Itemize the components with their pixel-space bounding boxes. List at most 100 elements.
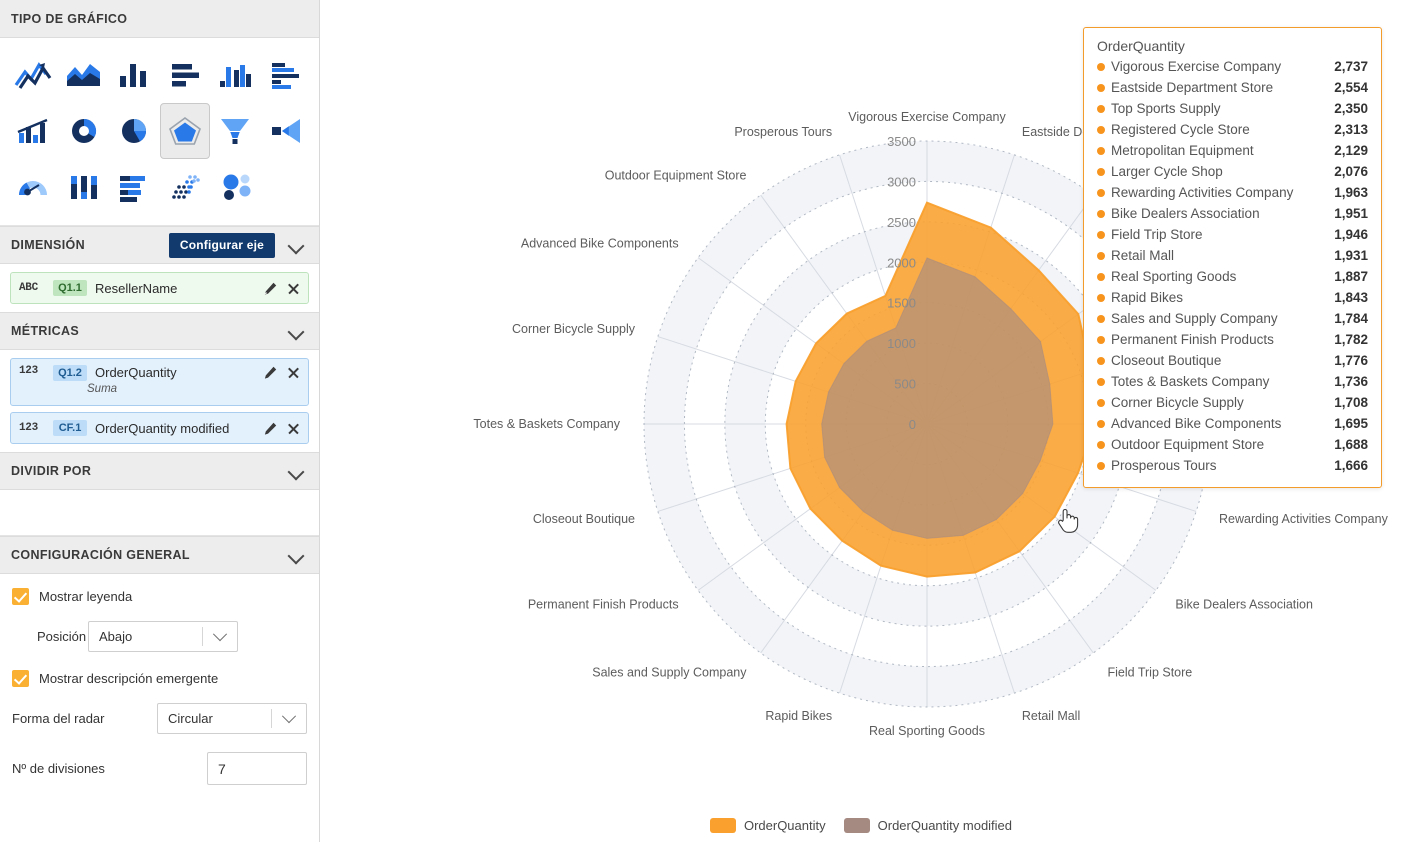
show-tooltip-row: Mostrar descripción emergente <box>12 670 307 687</box>
tooltip-bullet-icon <box>1097 272 1105 281</box>
radar-shape-label: Forma del radar <box>12 711 105 726</box>
tooltip-row-label: Corner Bicycle Supply <box>1111 395 1244 410</box>
metrics-collapse-chevron-icon[interactable] <box>285 320 307 342</box>
metric-field-orderquantity[interactable]: 123 Q1.2 OrderQuantity Suma <box>10 358 309 406</box>
tooltip-row-value: 1,695 <box>1334 416 1368 431</box>
metric-field-orderquantity-modified[interactable]: 123 CF.1 OrderQuantity modified <box>10 412 309 444</box>
settings-sidebar: TIPO DE GRÁFICO DIMENSIÓN Configurar eje… <box>0 0 320 842</box>
grouped-column-chart-icon[interactable] <box>210 47 261 103</box>
edit-pencil-icon[interactable] <box>263 281 278 296</box>
tooltip-bullet-icon <box>1097 356 1105 365</box>
tooltip-bullet-icon <box>1097 377 1105 386</box>
radial-tick-label: 1500 <box>887 296 916 311</box>
tooltip-row: Metropolitan Equipment 2,129 <box>1097 140 1368 161</box>
bubble-chart-icon[interactable] <box>210 159 261 215</box>
chevron-down-icon <box>203 632 237 642</box>
dimension-collapse-chevron-icon[interactable] <box>285 234 307 256</box>
pie-chart-icon[interactable] <box>109 103 160 159</box>
tooltip-row-label: Registered Cycle Store <box>1111 122 1250 137</box>
show-tooltip-checkbox[interactable] <box>12 670 29 687</box>
configure-axis-button[interactable]: Configurar eje <box>168 232 275 258</box>
tooltip-bullet-icon <box>1097 293 1105 302</box>
divisions-input[interactable] <box>207 752 307 785</box>
legend-item[interactable]: OrderQuantity modified <box>843 818 1013 833</box>
dimension-field-resellername[interactable]: ABC Q1.1 ResellerName <box>10 272 309 304</box>
edit-pencil-icon[interactable] <box>263 421 278 436</box>
tooltip-row: Vigorous Exercise Company 2,737 <box>1097 56 1368 77</box>
tooltip-row: Outdoor Equipment Store 1,688 <box>1097 434 1368 455</box>
tooltip-row: Prosperous Tours 1,666 <box>1097 455 1368 476</box>
remove-field-icon[interactable] <box>287 366 300 379</box>
tooltip-row-value: 2,737 <box>1334 59 1368 74</box>
category-label: Real Sporting Goods <box>869 724 985 738</box>
stacked-bar-chart-icon[interactable] <box>109 159 160 215</box>
category-label: Rewarding Activities Company <box>1219 512 1389 526</box>
split-by-dropzone[interactable] <box>0 490 319 536</box>
tooltip-row: Corner Bicycle Supply 1,708 <box>1097 392 1368 413</box>
chart-type-icon-grid <box>0 38 319 226</box>
tooltip-row-value: 2,350 <box>1334 101 1368 116</box>
chevron-down-icon <box>272 714 306 724</box>
column-chart-icon[interactable] <box>109 47 160 103</box>
funnel-chart-icon[interactable] <box>210 103 261 159</box>
radar-shape-select[interactable]: Circular <box>157 703 307 734</box>
tooltip-row-label: Metropolitan Equipment <box>1111 143 1254 158</box>
legend-position-row: Posición Abajo <box>12 621 307 652</box>
app-root: TIPO DE GRÁFICO DIMENSIÓN Configurar eje… <box>0 0 1402 842</box>
tooltip-bullet-icon <box>1097 125 1105 134</box>
remove-field-icon[interactable] <box>287 422 300 435</box>
tooltip-row-label: Sales and Supply Company <box>1111 311 1278 326</box>
grouped-bar-chart-icon[interactable] <box>261 47 312 103</box>
chart-tooltip: OrderQuantity Vigorous Exercise Company 2… <box>1083 27 1382 488</box>
metrics-section-header: MÉTRICAS <box>0 312 319 350</box>
remove-field-icon[interactable] <box>287 282 300 295</box>
category-label: Closeout Boutique <box>533 512 635 526</box>
general-config-title: CONFIGURACIÓN GENERAL <box>11 548 190 562</box>
tooltip-row-value: 1,951 <box>1334 206 1368 221</box>
field-type-abc: ABC <box>19 282 38 294</box>
field-type-123: 123 <box>19 365 38 377</box>
tooltip-row: Permanent Finish Products 1,782 <box>1097 329 1368 350</box>
general-config-section-header: CONFIGURACIÓN GENERAL <box>0 536 319 574</box>
tooltip-row-label: Eastside Department Store <box>1111 80 1274 95</box>
tooltip-bullet-icon <box>1097 146 1105 155</box>
show-legend-checkbox[interactable] <box>12 588 29 605</box>
show-legend-label: Mostrar leyenda <box>39 589 133 604</box>
tooltip-row: Top Sports Supply 2,350 <box>1097 98 1368 119</box>
tooltip-row: Field Trip Store 1,946 <box>1097 224 1368 245</box>
pyramid-chart-icon[interactable] <box>261 103 312 159</box>
legend-item[interactable]: OrderQuantity <box>709 818 826 833</box>
line-chart-icon[interactable] <box>8 47 59 103</box>
tooltip-bullet-icon <box>1097 188 1105 197</box>
legend-label: OrderQuantity modified <box>877 818 1013 833</box>
dimension-fields: ABC Q1.1 ResellerName <box>0 264 319 312</box>
chart-type-section-header: TIPO DE GRÁFICO <box>0 0 319 38</box>
tooltip-row-label: Rewarding Activities Company <box>1111 185 1294 200</box>
category-label: Outdoor Equipment Store <box>605 169 747 183</box>
combo-chart-icon[interactable] <box>8 103 59 159</box>
tooltip-row: Retail Mall 1,931 <box>1097 245 1368 266</box>
radar-shape-value: Circular <box>168 711 213 726</box>
gauge-chart-icon[interactable] <box>8 159 59 215</box>
tooltip-row: Real Sporting Goods 1,887 <box>1097 266 1368 287</box>
stacked-column-chart-icon[interactable] <box>59 159 110 215</box>
tooltip-row-label: Field Trip Store <box>1111 227 1203 242</box>
edit-pencil-icon[interactable] <box>263 365 278 380</box>
tooltip-row: Advanced Bike Components 1,695 <box>1097 413 1368 434</box>
donut-chart-icon[interactable] <box>59 103 110 159</box>
radial-tick-label: 1000 <box>887 336 916 351</box>
split-by-collapse-chevron-icon[interactable] <box>285 460 307 482</box>
tooltip-row-label: Larger Cycle Shop <box>1111 164 1223 179</box>
category-label: Permanent Finish Products <box>528 598 679 612</box>
tooltip-row-value: 1,887 <box>1334 269 1368 284</box>
dot-density-chart-icon[interactable] <box>160 159 211 215</box>
tooltip-row: Totes & Baskets Company 1,736 <box>1097 371 1368 392</box>
tooltip-bullet-icon <box>1097 230 1105 239</box>
general-config-collapse-chevron-icon[interactable] <box>285 544 307 566</box>
legend-position-select[interactable]: Abajo <box>88 621 238 652</box>
tooltip-row: Registered Cycle Store 2,313 <box>1097 119 1368 140</box>
area-chart-icon[interactable] <box>59 47 110 103</box>
bar-chart-icon[interactable] <box>160 47 211 103</box>
radial-tick-label: 0 <box>909 417 916 432</box>
radar-chart-icon[interactable] <box>159 103 210 159</box>
